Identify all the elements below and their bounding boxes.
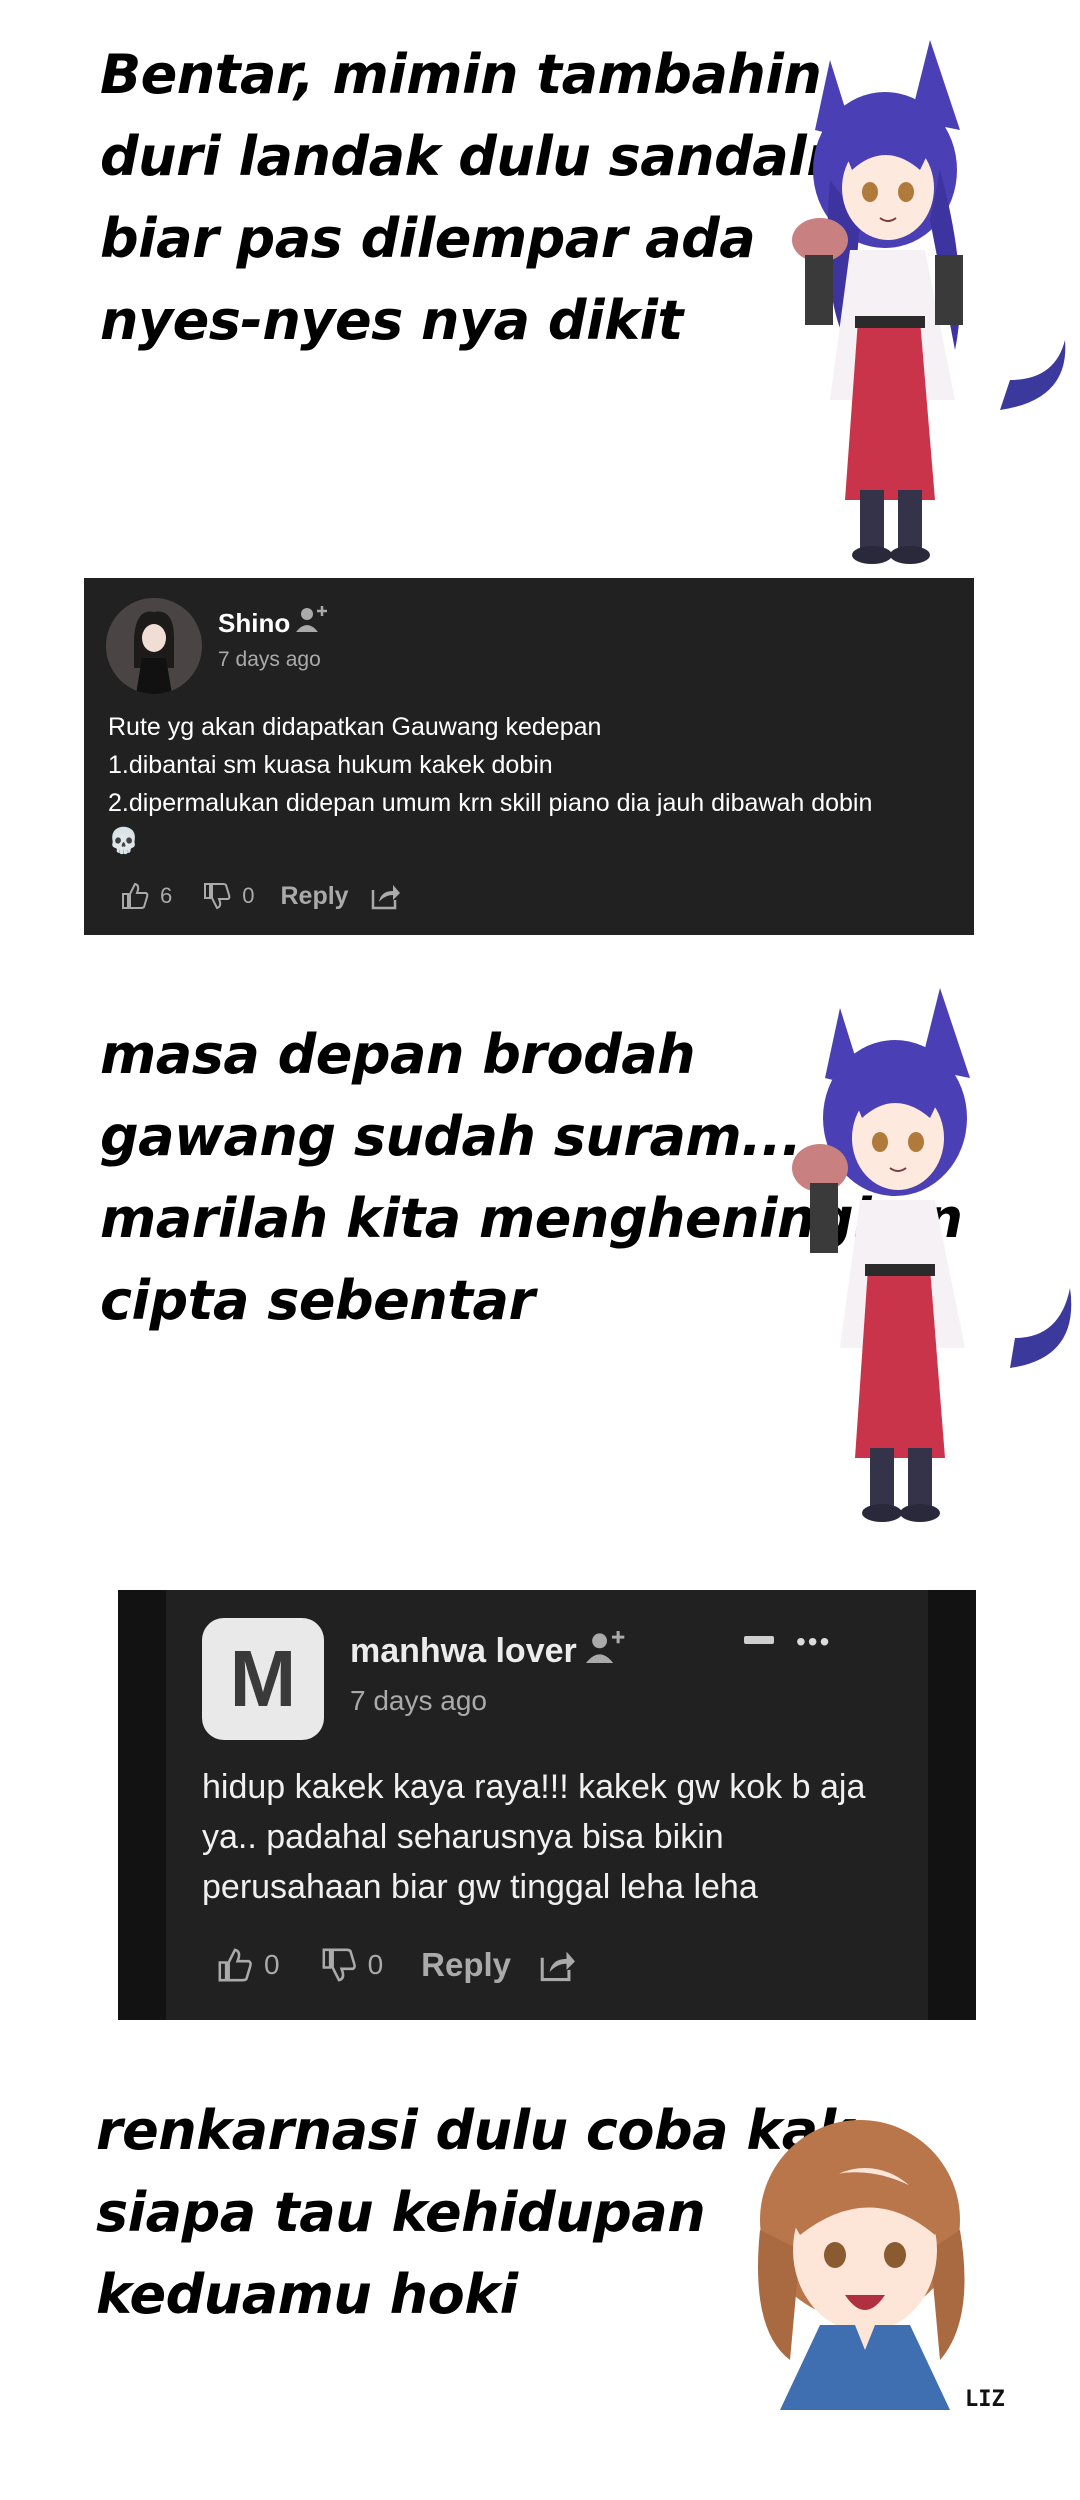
comment-line: ya.. padahal seharusnya bisa bikin <box>202 1818 724 1856</box>
comment-card-shino: Shino 7 days ago Rute yg akan didapatkan… <box>84 578 974 935</box>
avatar[interactable] <box>106 598 202 694</box>
signature-text: LIZ <box>965 2387 1005 2410</box>
comment-timestamp: 7 days ago <box>350 1685 487 1716</box>
comment-author[interactable]: Shino <box>218 608 290 639</box>
like-count: 6 <box>160 883 173 908</box>
follow-user-icon[interactable] <box>296 604 330 634</box>
comment-line: 💀 <box>108 827 140 855</box>
follow-user-icon[interactable] <box>586 1628 628 1666</box>
avatar-image <box>106 598 202 694</box>
like-count: 0 <box>264 1949 280 1980</box>
dislike-count: 0 <box>242 883 255 908</box>
fox-mascot-illustration <box>792 988 1072 1522</box>
avatar[interactable]: M <box>202 1618 324 1740</box>
girl-character-illustration: LIZ <box>758 2120 1005 2410</box>
fox-mascot-illustration <box>792 40 1066 564</box>
dislike-count: 0 <box>367 1949 384 1980</box>
comment-actions: 0 0 Reply <box>216 1942 577 1988</box>
comment-card-inner: M manhwa lover 7 days ago ••• hidup kake… <box>166 1590 928 2020</box>
comment-line: 1.dibantai sm kuasa hukum kakek dobin <box>108 751 553 779</box>
comment-line: 2.dipermalukan didepan umum krn skill pi… <box>108 789 873 817</box>
thumbs-down-icon[interactable] <box>202 881 232 911</box>
comment-line: perusahaan biar gw tinggal leha leha <box>202 1868 758 1906</box>
reply-button[interactable]: Reply <box>281 882 349 911</box>
comment-actions: 6 0 Reply <box>120 878 401 914</box>
comment-line: Rute yg akan didapatkan Gauwang kedepan <box>108 713 602 741</box>
more-options-icon[interactable]: ••• <box>796 1626 831 1658</box>
comment-body: Rute yg akan didapatkan Gauwang kedepan … <box>108 708 958 860</box>
thumbs-up-icon[interactable] <box>216 1946 254 1984</box>
comment-card-manhwa-lover: M manhwa lover 7 days ago ••• hidup kake… <box>118 1590 976 2020</box>
comment-author[interactable]: manhwa lover <box>350 1632 577 1671</box>
comment-body: hidup kakek kaya raya!!! kakek gw kok b … <box>202 1762 865 1912</box>
comment-timestamp: 7 days ago <box>218 648 321 671</box>
thumbs-up-icon[interactable] <box>120 881 150 911</box>
share-icon[interactable] <box>539 1948 577 1982</box>
share-icon[interactable] <box>371 882 401 910</box>
reply-button[interactable]: Reply <box>421 1946 511 1984</box>
collapse-icon[interactable] <box>744 1636 774 1644</box>
comment-line: hidup kakek kaya raya!!! kakek gw kok b … <box>202 1768 866 1806</box>
thumbs-down-icon[interactable] <box>320 1946 358 1984</box>
